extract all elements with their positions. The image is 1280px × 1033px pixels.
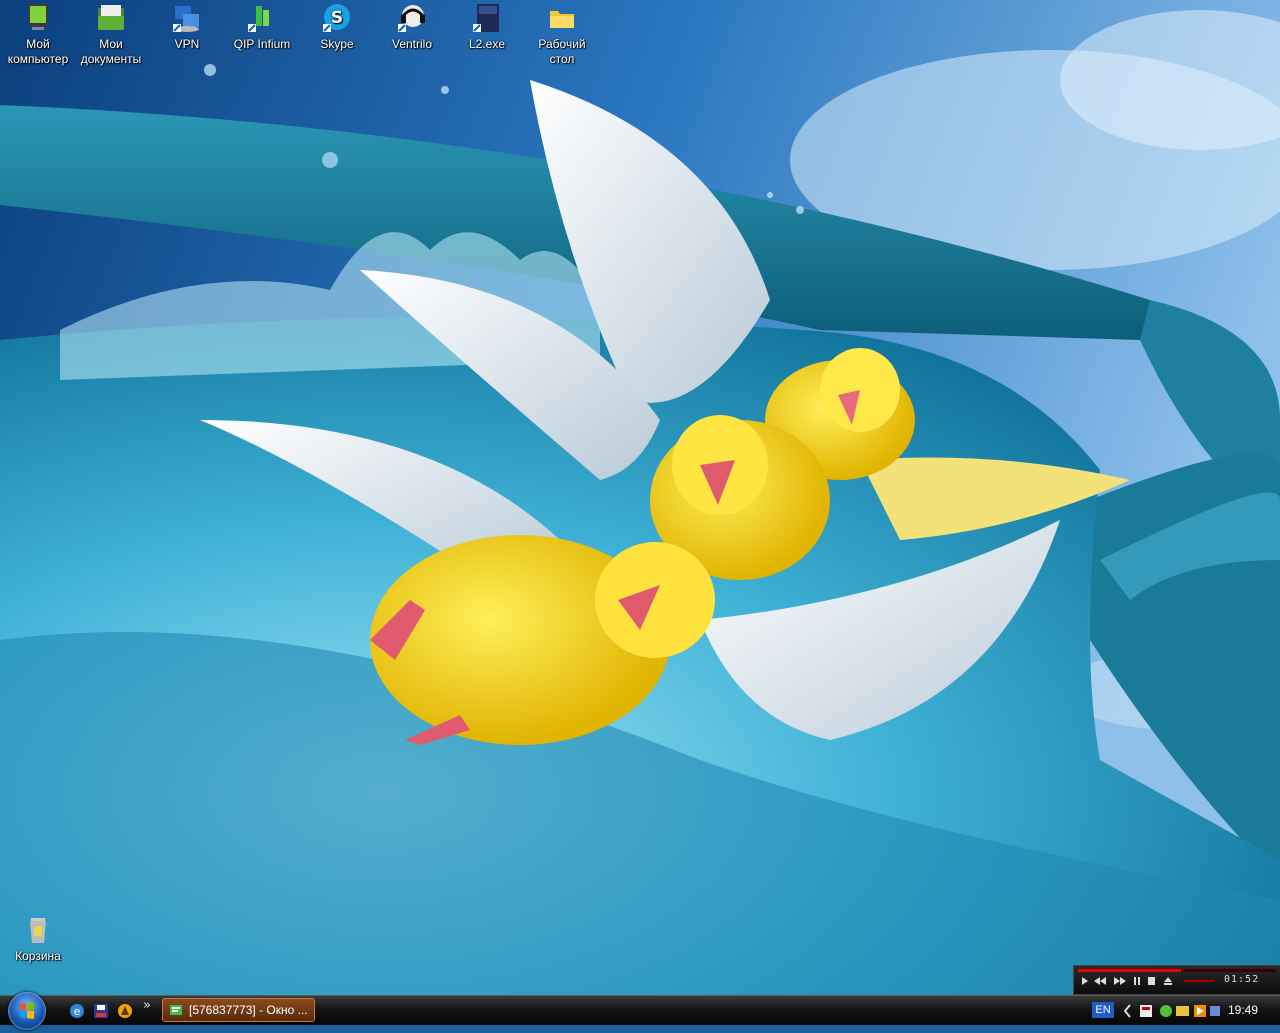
tray-app-icon[interactable] <box>1140 1005 1152 1017</box>
desktop-icon-label: Ventrilo <box>391 37 433 51</box>
desktop-icon-recycle-bin[interactable]: Корзина <box>0 914 76 964</box>
taskbar: e » [576837773] - Окно ... EN 19:49 <box>0 992 1280 1030</box>
mail-tray-icon[interactable] <box>1176 1006 1189 1016</box>
desktop-icon-label: QIP Infium <box>233 37 291 51</box>
tray-icons <box>1123 1004 1220 1018</box>
start-button[interactable] <box>8 992 46 1030</box>
rewind-icon[interactable] <box>1094 977 1106 985</box>
volume-slider[interactable] <box>1184 980 1214 982</box>
desktop-icon-label: Skype <box>320 37 354 51</box>
player-progress-fill <box>1078 969 1181 972</box>
desktop-icon-my-documents[interactable]: Мои документы <box>73 2 149 67</box>
player-progress-bar[interactable] <box>1078 969 1276 972</box>
desktop-icon-vpn[interactable]: VPN <box>149 2 225 52</box>
my-documents-icon <box>98 5 124 30</box>
desktop-icon-label: Корзина <box>15 949 61 963</box>
desktop-icon-label: Мои документы <box>80 37 142 66</box>
player-controls <box>1082 977 1214 985</box>
network-tray-icon[interactable] <box>1210 1006 1220 1016</box>
system-tray: EN 19:49 <box>1088 996 1280 1025</box>
stop-icon[interactable] <box>1148 977 1155 985</box>
taskbar-button-qip-chat[interactable]: [576837773] - Окно ... <box>162 998 315 1022</box>
svg-text:e: e <box>74 1005 81 1018</box>
eject-icon[interactable] <box>1164 977 1172 982</box>
play-icon[interactable] <box>1082 977 1088 985</box>
system-clock[interactable]: 19:49 <box>1228 1003 1258 1017</box>
fast-forward-icon[interactable] <box>1114 977 1126 985</box>
desktop-icon-desktop-folder[interactable]: Рабочий стол <box>524 2 600 67</box>
folder-icon <box>550 11 574 28</box>
tray-expand-chevron-icon[interactable] <box>1123 1004 1131 1018</box>
desktop-icon-label: L2.exe <box>468 37 506 51</box>
desktop-icon-my-computer[interactable]: Мой компьютер <box>0 2 76 67</box>
qip-tray-icon[interactable] <box>1160 1005 1172 1017</box>
desktop-icon-label: Рабочий стол <box>538 37 586 66</box>
taskbar-button-label: [576837773] - Окно ... <box>189 1003 308 1017</box>
svg-text:S: S <box>331 8 343 28</box>
desktop-icon-qip-infium[interactable]: QIP Infium <box>224 2 300 52</box>
quicklaunch-overflow-chevron[interactable]: » <box>143 998 151 1013</box>
language-indicator[interactable]: EN <box>1092 1002 1114 1018</box>
desktop-icon-label: VPN <box>174 37 200 51</box>
pause-icon[interactable] <box>1134 977 1136 985</box>
desktop-icon-ventrilo[interactable]: Ventrilo <box>374 2 450 52</box>
desktop-icon-skype[interactable]: S Skype <box>299 2 375 52</box>
qip-infium-icon <box>248 6 269 32</box>
l2-exe-icon <box>473 4 499 32</box>
windows-logo-icon <box>20 1002 34 1019</box>
desktop-icon-l2-exe[interactable]: L2.exe <box>449 2 525 52</box>
desktop-icon-label: Мой компьютер <box>7 37 69 66</box>
recycle-bin-icon <box>30 918 46 943</box>
media-player-mini[interactable]: 01:52 <box>1073 965 1280 995</box>
desktop-wallpaper <box>0 0 1280 995</box>
player-time-display: 01:52 <box>1224 974 1260 985</box>
ie-quicklaunch-icon[interactable]: e <box>68 1002 86 1020</box>
save-quicklaunch-icon[interactable] <box>92 1002 110 1020</box>
vpn-icon <box>173 6 199 32</box>
my-computer-icon <box>28 4 48 30</box>
app-quicklaunch-icon[interactable] <box>116 1002 134 1020</box>
skype-icon: S <box>323 4 350 32</box>
ventrilo-icon <box>398 5 425 32</box>
qip-chat-window-icon <box>170 1005 182 1015</box>
